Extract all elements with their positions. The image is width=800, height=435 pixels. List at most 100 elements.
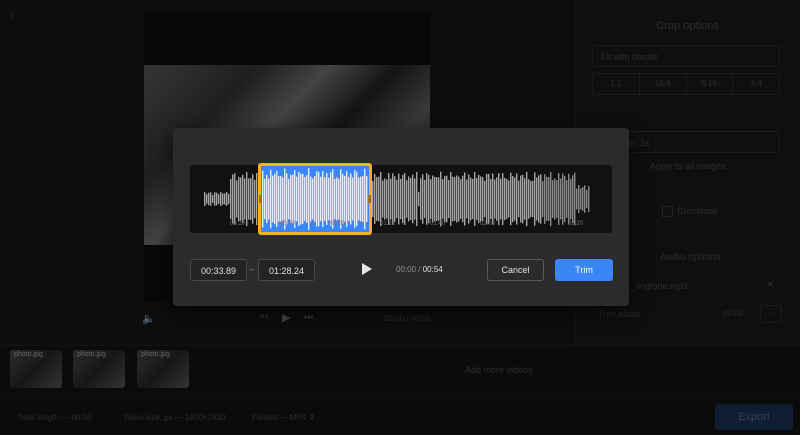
waveform-bar <box>210 192 212 206</box>
waveform-bar <box>238 176 240 222</box>
time-slash: / <box>418 265 421 274</box>
waveform-bar <box>578 185 580 213</box>
trim-button[interactable]: Trim <box>555 259 613 281</box>
waveform-bar <box>458 176 460 222</box>
selection-wave-bar <box>286 173 288 225</box>
waveform-bar <box>510 172 512 226</box>
waveform-bar <box>246 171 248 227</box>
waveform-bar <box>562 173 564 225</box>
waveform-bar <box>568 173 570 225</box>
waveform-bar <box>398 173 400 225</box>
waveform-bar <box>474 172 476 226</box>
selection-wave-bar <box>288 178 290 220</box>
waveform-bar <box>444 176 446 222</box>
selection-wave-bar <box>272 175 274 223</box>
waveform-bar <box>588 186 590 212</box>
waveform-bar <box>478 174 480 224</box>
waveform-bar <box>550 171 552 227</box>
selection-wave-bar <box>330 172 332 226</box>
waveform-bar <box>466 179 468 219</box>
selection-wave-bar <box>328 177 330 221</box>
waveform-bar <box>560 178 562 220</box>
waveform-bar <box>504 177 506 221</box>
waveform-bar <box>506 178 508 220</box>
selection-wave-bar <box>342 173 344 225</box>
waveform-bar <box>420 178 422 220</box>
waveform-bar <box>236 180 238 218</box>
waveform-bar <box>440 171 442 227</box>
selection-wave-bar <box>356 171 358 227</box>
current-time: 00:00 <box>396 265 417 274</box>
waveform-bar <box>558 173 560 225</box>
waveform-tick: 02:00 <box>480 221 496 227</box>
selection-wave-bar <box>280 175 282 223</box>
selection-wave-bar <box>364 168 366 230</box>
waveform-bar <box>468 174 470 224</box>
end-time-input[interactable]: 01:28.24 <box>258 259 315 281</box>
selection-wave-bar <box>296 176 298 222</box>
play-icon[interactable] <box>362 263 372 275</box>
waveform-bar <box>414 178 416 220</box>
waveform-bar <box>408 176 410 222</box>
selection-wave-bar <box>300 173 302 225</box>
selection-wave-bar <box>270 169 272 229</box>
waveform-bar <box>526 171 528 227</box>
selection-wave-bar <box>274 173 276 225</box>
waveform-bar <box>392 173 394 225</box>
waveform-bar <box>494 179 496 219</box>
waveform-bar <box>390 178 392 220</box>
waveform-tick: 01:20 <box>380 221 396 227</box>
waveform-bar <box>228 194 230 204</box>
waveform-bar <box>462 175 464 223</box>
waveform-bar <box>234 173 236 225</box>
waveform-bar <box>418 191 420 207</box>
waveform-tick: 01:00 <box>330 221 346 227</box>
waveform-bar <box>576 188 578 210</box>
waveform-bar <box>406 180 408 218</box>
selection-wave-bar <box>264 178 266 220</box>
waveform-bar <box>218 194 220 204</box>
selection-wave-bar <box>348 176 350 222</box>
start-time-input[interactable]: 00:33.89 <box>190 259 247 281</box>
waveform-bar <box>528 179 530 219</box>
selection-waveform <box>262 168 368 230</box>
selection-wave-bar <box>352 177 354 221</box>
waveform-bar <box>388 173 390 225</box>
selection-wave-bar <box>292 174 294 224</box>
waveform-bar <box>220 192 222 206</box>
waveform-bar <box>566 180 568 218</box>
selection-region[interactable] <box>258 163 372 235</box>
waveform-bar <box>216 192 218 206</box>
waveform-bar <box>572 175 574 223</box>
selection-waveform-bars <box>262 168 368 230</box>
waveform-bar <box>244 178 246 220</box>
waveform-bar <box>584 185 586 213</box>
waveform-bar <box>240 177 242 221</box>
selection-wave-bar <box>358 177 360 221</box>
waveform-bar <box>212 194 214 204</box>
waveform-bar <box>248 178 250 220</box>
selection-wave-bar <box>304 177 306 221</box>
selection-start-handle[interactable] <box>259 195 262 203</box>
selection-end-handle[interactable] <box>368 195 371 203</box>
waveform-bar <box>242 174 244 224</box>
selection-wave-bar <box>310 176 312 222</box>
waveform-bar <box>450 172 452 226</box>
selection-wave-bar <box>312 178 314 220</box>
waveform-bar <box>434 176 436 222</box>
waveform-bar <box>224 193 226 205</box>
waveform-bar <box>548 176 550 222</box>
waveform-bar <box>496 177 498 221</box>
waveform-bar <box>206 194 208 204</box>
cancel-button[interactable]: Cancel <box>487 259 544 281</box>
waveform-bar <box>538 175 540 223</box>
selection-wave-bar <box>332 169 334 229</box>
waveform[interactable] <box>190 165 612 233</box>
waveform-bar <box>546 176 548 222</box>
selection-wave-bar <box>354 169 356 229</box>
waveform-tick: 00:20 <box>230 221 246 227</box>
selection-wave-bar <box>282 177 284 221</box>
waveform-bar <box>410 178 412 220</box>
selection-wave-bar <box>276 170 278 228</box>
waveform-bar <box>382 180 384 218</box>
